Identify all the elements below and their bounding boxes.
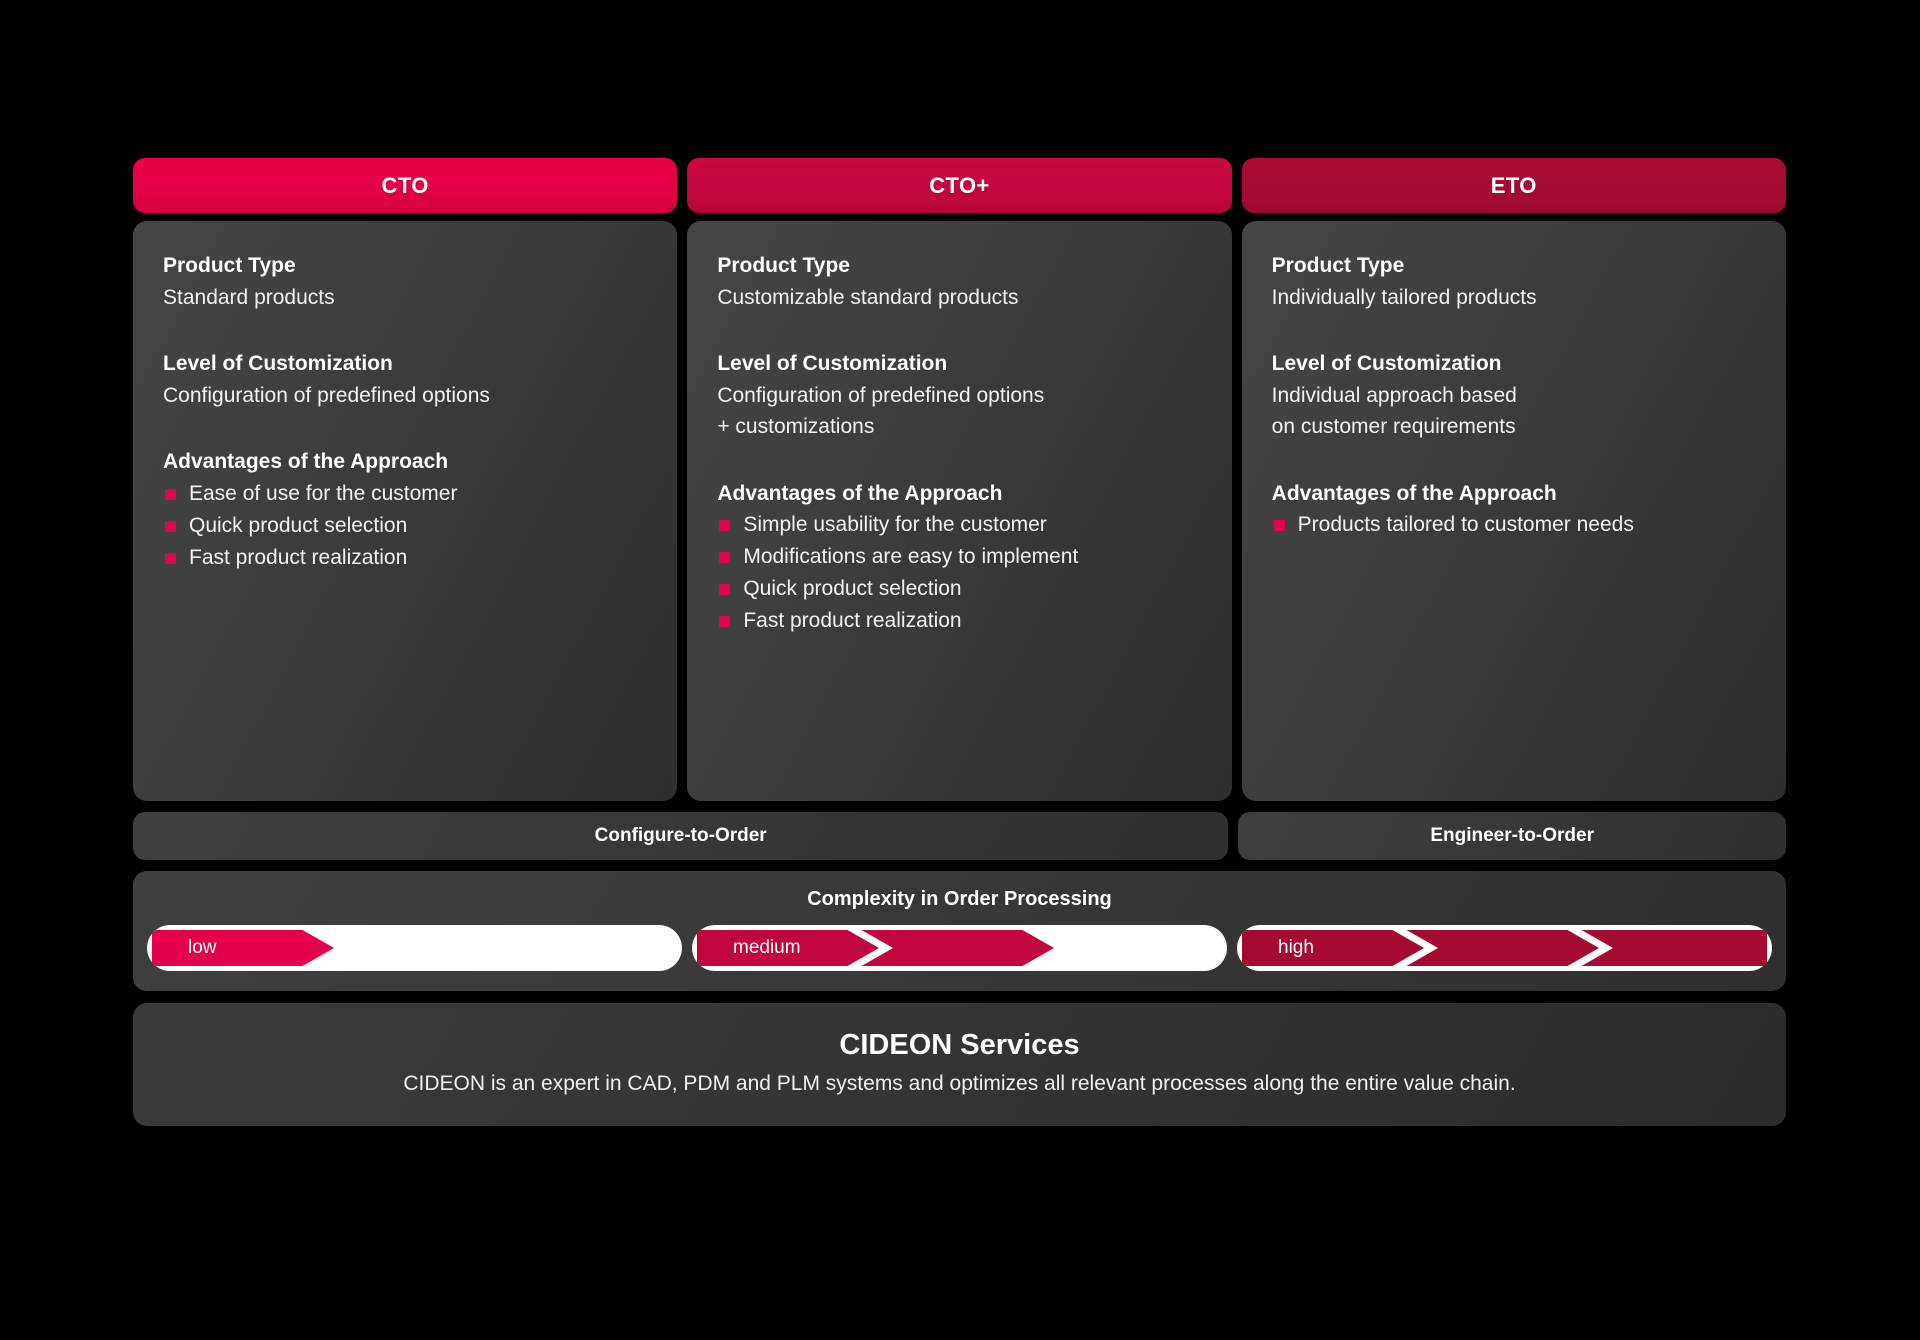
product-type-value: Standard products (163, 285, 335, 309)
services-panel: CIDEON Services CIDEON is an expert in C… (133, 1003, 1786, 1126)
product-type-heading: Product Type (717, 254, 850, 277)
card-cto-plus: Product Type Customizable standard produ… (687, 221, 1232, 801)
advantages-heading: Advantages of the Approach (717, 481, 1003, 505)
square-bullet-icon (165, 520, 176, 532)
customization-heading: Level of Customization (1271, 352, 1502, 376)
services-description: CIDEON is an expert in CAD, PDM and PLM … (403, 1072, 1516, 1095)
complexity-title: Complexity in Order Processing (807, 888, 1112, 910)
diagram-canvas: CTO Product Type Standard products Level… (0, 0, 1920, 1340)
card-eto: Product Type Individually tailored produ… (1241, 221, 1786, 801)
complexity-meter-label: high (1278, 937, 1314, 958)
list-item: Quick product selection (163, 510, 647, 542)
list-item: Fast product realization (717, 605, 1201, 637)
tab-cto-plus[interactable]: CTO+ (687, 158, 1232, 213)
square-bullet-icon (719, 584, 731, 596)
square-bullet-icon (165, 552, 176, 564)
list-item: Simple usability for the customer (717, 509, 1201, 541)
list-item-label: Fast product realization (189, 545, 408, 569)
column-cto: CTO Product Type Standard products Level… (133, 158, 678, 801)
engineer-to-order-bar: Engineer-to-Order (1238, 812, 1786, 860)
customization-heading: Level of Customization (163, 352, 393, 376)
list-item: Fast product realization (163, 542, 647, 574)
chevron-arrow-icon (152, 930, 334, 966)
advantages-heading: Advantages of the Approach (1271, 481, 1557, 505)
meter-track: medium (697, 930, 1222, 966)
product-type-value: Individually tailored products (1271, 285, 1537, 309)
customization-heading: Level of Customization (717, 352, 948, 376)
tab-row: CTO Product Type Standard products Level… (133, 158, 1786, 801)
order-type-strip: Configure-to-Order Engineer-to-Order (133, 812, 1786, 860)
square-bullet-icon (719, 520, 731, 532)
complexity-meter-low: low (147, 925, 682, 971)
complexity-meter-label: medium (733, 937, 801, 958)
list-item: Products tailored to customer needs (1272, 509, 1756, 541)
list-item-label: Modifications are easy to implement (743, 545, 1079, 569)
services-title: CIDEON Services (839, 1029, 1080, 1061)
list-item-label: Quick product selection (189, 513, 408, 537)
list-item-label: Products tailored to customer needs (1297, 513, 1634, 537)
tab-eto[interactable]: ETO (1241, 158, 1786, 213)
card-cto: Product Type Standard products Level of … (133, 221, 678, 801)
customization-value-line: Configuration of predefined options (717, 383, 1045, 407)
product-type-heading: Product Type (1271, 254, 1405, 277)
complexity-meter-medium: medium (692, 925, 1227, 971)
complexity-meters: low medium high (147, 925, 1772, 971)
advantages-list: Products tailored to customer needs (1272, 509, 1756, 541)
meter-track: high (1242, 930, 1767, 966)
arrow-segments (152, 930, 677, 966)
column-cto-plus: CTO+ Product Type Customizable standard … (687, 158, 1232, 801)
square-bullet-icon (1273, 520, 1285, 532)
list-item: Modifications are easy to implement (717, 541, 1201, 573)
list-item-label: Ease of use for the customer (189, 481, 458, 505)
list-item-label: Quick product selection (743, 577, 962, 601)
square-bullet-icon (165, 488, 176, 500)
list-item-label: Fast product realization (743, 609, 962, 633)
chevron-arrow-icon (1242, 930, 1767, 966)
configure-to-order-bar: Configure-to-Order (133, 812, 1229, 860)
advantages-heading: Advantages of the Approach (163, 450, 449, 474)
list-item: Ease of use for the customer (163, 478, 647, 510)
square-bullet-icon (719, 616, 731, 628)
customization-value-line: + customizations (717, 415, 875, 439)
tab-cto[interactable]: CTO (133, 158, 678, 213)
complexity-meter-high: high (1237, 925, 1772, 971)
comparison-board: CTO Product Type Standard products Level… (133, 158, 1786, 1126)
product-type-heading: Product Type (163, 254, 296, 277)
list-item-label: Simple usability for the customer (743, 513, 1047, 537)
complexity-meter-label: low (188, 937, 217, 958)
square-bullet-icon (719, 552, 731, 564)
customization-value-line: Individual approach based (1271, 383, 1517, 407)
customization-value-line: on customer requirements (1271, 415, 1516, 439)
advantages-list: Ease of use for the customer Quick produ… (163, 478, 647, 574)
complexity-panel: Complexity in Order Processing low mediu… (133, 871, 1786, 991)
arrow-segments (1242, 930, 1767, 966)
list-item: Quick product selection (717, 573, 1201, 605)
column-eto: ETO Product Type Individually tailored p… (1241, 158, 1786, 801)
advantages-list: Simple usability for the customer Modifi… (717, 509, 1201, 637)
product-type-value: Customizable standard products (717, 285, 1019, 309)
meter-track: low (152, 930, 677, 966)
customization-value-line: Configuration of predefined options (163, 383, 490, 407)
